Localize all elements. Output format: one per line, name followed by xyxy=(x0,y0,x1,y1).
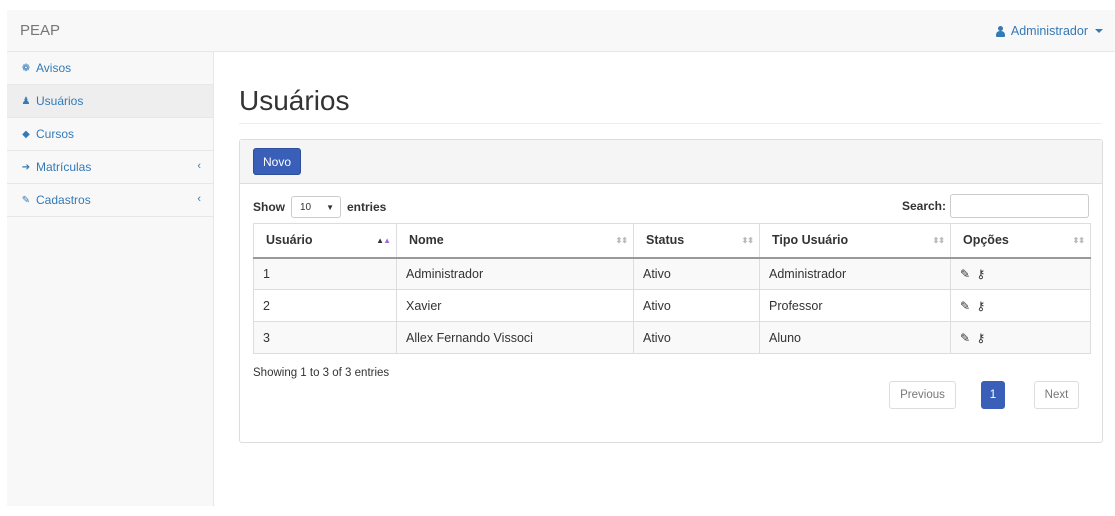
sidebar-item-label: Matrículas xyxy=(36,160,92,174)
sidebar-item-avisos[interactable]: ❁ Avisos xyxy=(7,52,213,85)
chevron-left-icon: ‹ xyxy=(197,193,201,205)
show-label: Show xyxy=(253,200,285,214)
sidebar-item-cadastros[interactable]: ✎ Cadastros ‹ xyxy=(7,184,213,217)
cell-tipo: Aluno xyxy=(759,321,951,354)
cell-opcoes: ✎ ⚷ xyxy=(950,257,1091,290)
sidebar-item-label: Cadastros xyxy=(36,193,91,207)
column-header-usuario[interactable]: Usuário ▲▲ xyxy=(253,223,397,259)
pagination-previous[interactable]: Previous xyxy=(889,381,956,409)
divider xyxy=(239,123,1102,124)
graduation-cap-icon: ◆ xyxy=(22,128,30,140)
sort-icon: ⬍⬍ xyxy=(932,236,945,245)
edit-icon[interactable]: ✎ xyxy=(960,299,970,313)
sort-ascending-icon: ▲▲ xyxy=(376,236,391,245)
cell-nome: Xavier xyxy=(396,289,634,322)
cell-usuario: 3 xyxy=(253,321,397,354)
cell-tipo: Professor xyxy=(759,289,951,322)
user-menu[interactable]: Administrador xyxy=(995,24,1103,38)
table-header-row: Usuário ▲▲ Nome ⬍⬍ Status ⬍⬍ Tipo Usuári… xyxy=(253,223,1091,259)
column-header-tipo-usuario[interactable]: Tipo Usuário ⬍⬍ xyxy=(759,223,951,259)
sidebar-item-label: Usuários xyxy=(36,94,84,108)
table-info: Showing 1 to 3 of 3 entries xyxy=(253,367,390,379)
dropdown-arrow-icon: ▼ xyxy=(326,202,334,212)
table-row: 3 Allex Fernando Vissoci Ativo Aluno ✎ ⚷ xyxy=(253,321,1091,354)
brand[interactable]: PEAP xyxy=(20,22,60,39)
column-header-label: Nome xyxy=(409,233,444,248)
cell-usuario: 1 xyxy=(253,257,397,290)
cell-opcoes: ✎ ⚷ xyxy=(950,289,1091,322)
sort-icon: ⬍⬍ xyxy=(1072,236,1085,245)
cell-status: Ativo xyxy=(633,289,760,322)
edit-icon: ✎ xyxy=(21,194,31,206)
app-frame: PEAP Administrador ❁ Avisos ♟ Usuários ◆… xyxy=(7,10,1115,506)
cell-status: Ativo xyxy=(633,321,760,354)
top-navbar: PEAP Administrador xyxy=(7,10,1115,52)
main-content: Usuários Novo Show 10 ▼ entries Search: xyxy=(214,52,1115,506)
column-header-label: Usuário xyxy=(266,233,313,248)
sort-icon: ⬍⬍ xyxy=(741,236,754,245)
dashboard-icon: ❁ xyxy=(21,62,31,74)
search-input[interactable] xyxy=(950,194,1089,218)
user-icon xyxy=(995,25,1006,37)
new-user-button[interactable]: Novo xyxy=(253,148,301,175)
page-title: Usuários xyxy=(239,85,350,116)
pagination-page-1[interactable]: 1 xyxy=(981,381,1005,409)
column-header-label: Tipo Usuário xyxy=(772,233,849,248)
column-header-status[interactable]: Status ⬍⬍ xyxy=(633,223,760,259)
sidebar: ❁ Avisos ♟ Usuários ◆ Cursos ➔ Matrícula… xyxy=(7,52,214,506)
column-header-label: Opções xyxy=(963,233,1009,248)
sign-in-icon: ➔ xyxy=(21,161,31,173)
chevron-left-icon: ‹ xyxy=(197,160,201,172)
search-label: Search: xyxy=(901,199,946,213)
panel-heading: Novo xyxy=(240,140,1102,184)
cell-nome: Administrador xyxy=(396,257,634,290)
entries-length-control: Show 10 ▼ entries xyxy=(253,196,386,218)
cell-tipo: Administrador xyxy=(759,257,951,290)
sidebar-item-label: Avisos xyxy=(36,61,72,75)
entries-select-value: 10 xyxy=(300,201,312,213)
sidebar-item-cursos[interactable]: ◆ Cursos xyxy=(7,118,213,151)
cell-opcoes: ✎ ⚷ xyxy=(950,321,1091,354)
table-row: 2 Xavier Ativo Professor ✎ ⚷ xyxy=(253,289,1091,322)
key-icon[interactable]: ⚷ xyxy=(977,267,986,281)
column-header-nome[interactable]: Nome ⬍⬍ xyxy=(396,223,634,259)
entries-label: entries xyxy=(347,200,387,214)
sidebar-item-matriculas[interactable]: ➔ Matrículas ‹ xyxy=(7,151,213,184)
pagination-next[interactable]: Next xyxy=(1034,381,1079,409)
edit-icon[interactable]: ✎ xyxy=(960,331,970,345)
cell-usuario: 2 xyxy=(253,289,397,322)
sidebar-item-label: Cursos xyxy=(36,127,75,141)
column-header-label: Status xyxy=(646,233,685,248)
cell-status: Ativo xyxy=(633,257,760,290)
sort-icon: ⬍⬍ xyxy=(615,236,628,245)
entries-select[interactable]: 10 ▼ xyxy=(291,196,341,218)
user-menu-label: Administrador xyxy=(1010,24,1088,38)
sidebar-item-usuarios[interactable]: ♟ Usuários xyxy=(7,85,213,118)
user-icon: ♟ xyxy=(21,95,31,107)
table-search: Search: xyxy=(902,194,1089,218)
cell-nome: Allex Fernando Vissoci xyxy=(396,321,634,354)
key-icon[interactable]: ⚷ xyxy=(977,299,986,313)
users-table: Usuário ▲▲ Nome ⬍⬍ Status ⬍⬍ Tipo Usuári… xyxy=(253,223,1091,354)
key-icon[interactable]: ⚷ xyxy=(977,331,986,345)
users-panel: Novo Show 10 ▼ entries Search: Usuário ▲… xyxy=(239,139,1103,443)
edit-icon[interactable]: ✎ xyxy=(960,267,970,281)
table-row: 1 Administrador Ativo Administrador ✎ ⚷ xyxy=(253,257,1091,290)
column-header-opcoes[interactable]: Opções ⬍⬍ xyxy=(950,223,1091,259)
caret-down-icon xyxy=(1095,29,1103,33)
